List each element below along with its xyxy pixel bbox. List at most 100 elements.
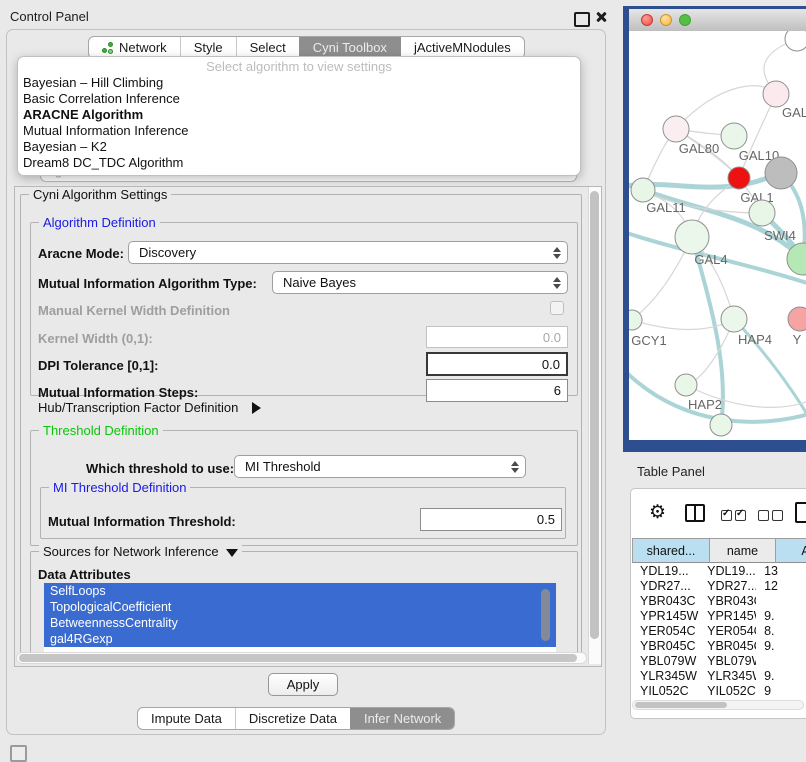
mi-steps-input[interactable] (426, 379, 568, 402)
attribute-item-gal4rgexp[interactable]: gal4RGexp (44, 631, 556, 647)
column-header-shared[interactable]: shared... (632, 538, 710, 563)
attribute-item-topologicalcoefficient[interactable]: TopologicalCoefficient (44, 599, 556, 615)
data-attributes-list[interactable]: SelfLoopsTopologicalCoefficientBetweenne… (44, 583, 556, 652)
table-cell: YPR145W (699, 609, 756, 624)
collapse-arrow-icon[interactable] (226, 549, 238, 557)
algorithm-option-aracne-algorithm[interactable]: ARACNE Algorithm (18, 107, 580, 123)
apply-button[interactable]: Apply (268, 673, 338, 696)
tab-style[interactable]: Style (180, 37, 236, 58)
column-header-name[interactable]: name (710, 538, 776, 563)
table-cell: YIL052C (632, 684, 699, 699)
gear-icon[interactable] (649, 503, 669, 523)
network-graph: GALGAL80GAL10GAL1GAL11GAL4SWI4GCY1HAP4YH… (629, 31, 806, 441)
sources-group-title[interactable]: Sources for Network Inference (39, 544, 242, 559)
node-label-gal: GAL (782, 105, 806, 120)
minimize-traffic-light-icon[interactable] (660, 14, 672, 26)
tab-select[interactable]: Select (236, 37, 299, 58)
table-row[interactable]: YLR345WYLR345W9. (632, 669, 806, 684)
table-cell: YER054C (699, 624, 756, 639)
table-row[interactable]: YBL079WYBL079W (632, 654, 806, 669)
kernel-width-input[interactable] (426, 326, 568, 348)
attribute-item-betweennesscentrality[interactable]: BetweennessCentrality (44, 615, 556, 631)
algorithm-option-basic-correlation-inference[interactable]: Basic Correlation Inference (18, 91, 580, 107)
column-header-a[interactable]: A (776, 538, 806, 563)
table-row[interactable]: YPR145WYPR145W9. (632, 609, 806, 624)
network-edge (676, 86, 776, 129)
aracne-mode-combo[interactable]: Discovery (128, 241, 568, 264)
which-threshold-combo[interactable]: MI Threshold (234, 455, 526, 478)
table-cell: YER054C (632, 624, 699, 639)
float-window-icon[interactable] (574, 12, 590, 27)
network-canvas[interactable]: GALGAL80GAL10GAL1GAL11GAL4SWI4GCY1HAP4YH… (629, 31, 806, 440)
tab-network[interactable]: Network (89, 37, 180, 58)
network-node[interactable] (749, 200, 775, 226)
table-row[interactable]: YDL19...YDL19...13 (632, 564, 806, 579)
tab-label: Discretize Data (249, 711, 337, 726)
node-label-gcy1: GCY1 (631, 333, 666, 348)
network-node-gal4[interactable] (675, 220, 709, 254)
node-label-y: Y (793, 332, 802, 347)
manual-kernel-checkbox[interactable] (550, 301, 564, 315)
network-node-gal[interactable] (763, 81, 789, 107)
attribute-item-selfloops[interactable]: SelfLoops (44, 583, 556, 599)
split-columns-icon[interactable] (685, 504, 705, 522)
table-cell: 9 (756, 684, 806, 699)
list-scrollbar-thumb[interactable] (541, 589, 550, 641)
tab-jactivemnodules[interactable]: jActiveMNodules (400, 37, 524, 58)
vertical-scrollbar-thumb[interactable] (590, 191, 599, 639)
horizontal-scrollbar-thumb[interactable] (19, 654, 577, 662)
network-node-y[interactable] (788, 307, 806, 331)
network-node-gal11[interactable] (631, 178, 655, 202)
table-scrollbar-thumb[interactable] (635, 702, 727, 708)
document-icon[interactable] (795, 502, 806, 523)
table-row[interactable]: YER054CYER054C8. (632, 624, 806, 639)
show-columns-icon[interactable] (721, 508, 749, 526)
network-node-gal1[interactable] (728, 167, 750, 189)
tab-cyni-toolbox[interactable]: Cyni Toolbox (299, 37, 400, 58)
algorithm-dropdown-popup: Select algorithm to view settings Bayesi… (17, 56, 581, 176)
tab-infer-network[interactable]: Infer Network (350, 708, 454, 729)
mi-algorithm-type-value: Naive Bayes (283, 275, 553, 290)
hub-factor-section[interactable]: Hub/Transcription Factor Definition (38, 400, 261, 415)
close-icon[interactable] (594, 10, 608, 24)
hide-columns-icon[interactable] (758, 508, 786, 526)
algorithm-option-mutual-information-inference[interactable]: Mutual Information Inference (18, 123, 580, 139)
table-cell (756, 654, 806, 669)
table-cell: YLR345W (699, 669, 756, 684)
mi-threshold-group-title: MI Threshold Definition (49, 480, 190, 495)
table-row[interactable]: YIL052CYIL052C9 (632, 684, 806, 699)
table-row[interactable]: YBR043CYBR043C (632, 594, 806, 609)
network-view-window[interactable]: GALGAL80GAL10GAL1GAL11GAL4SWI4GCY1HAP4YH… (623, 6, 806, 452)
kernel-width-label: Kernel Width (0,1): (38, 331, 153, 346)
tab-discretize-data[interactable]: Discretize Data (235, 708, 350, 729)
table-row[interactable]: YBR045CYBR045C9. (632, 639, 806, 654)
algorithm-option-dream8-dc-tdc-algorithm[interactable]: Dream8 DC_TDC Algorithm (18, 155, 580, 171)
tab-label: jActiveMNodules (414, 40, 511, 55)
network-window-titlebar[interactable] (629, 9, 806, 32)
algorithm-option-bayesian-hill-climbing[interactable]: Bayesian – Hill Climbing (18, 75, 580, 91)
mi-algorithm-type-combo[interactable]: Naive Bayes (272, 271, 568, 294)
collapsed-panel-button[interactable] (10, 745, 27, 762)
network-node-hap4[interactable] (721, 306, 747, 332)
cyni-mode-tabbar: Impute Data Discretize Data Infer Network (137, 707, 455, 730)
network-node[interactable] (765, 157, 797, 189)
network-node-hap2[interactable] (675, 374, 697, 396)
network-node[interactable] (710, 414, 732, 436)
mi-threshold-input[interactable] (420, 508, 562, 531)
network-node-gal10[interactable] (721, 123, 747, 149)
zoom-traffic-light-icon[interactable] (679, 14, 691, 26)
table-row[interactable]: YDR27...YDR27...12 (632, 579, 806, 594)
algorithm-option-bayesian-k2[interactable]: Bayesian – K2 (18, 139, 580, 155)
node-label-hap4: HAP4 (738, 332, 772, 347)
tab-impute-data[interactable]: Impute Data (138, 708, 235, 729)
table-cell: YPR145W (632, 609, 699, 624)
network-node[interactable] (785, 31, 806, 51)
table-cell: 9. (756, 639, 806, 654)
expand-arrow-icon[interactable] (252, 402, 261, 414)
close-traffic-light-icon[interactable] (641, 14, 653, 26)
horizontal-scrollbar[interactable] (16, 652, 587, 664)
dpi-tolerance-input[interactable] (426, 352, 568, 376)
table-cell: YDL19... (632, 564, 699, 579)
network-node-gal80[interactable] (663, 116, 689, 142)
table-horizontal-scrollbar[interactable] (632, 700, 804, 710)
